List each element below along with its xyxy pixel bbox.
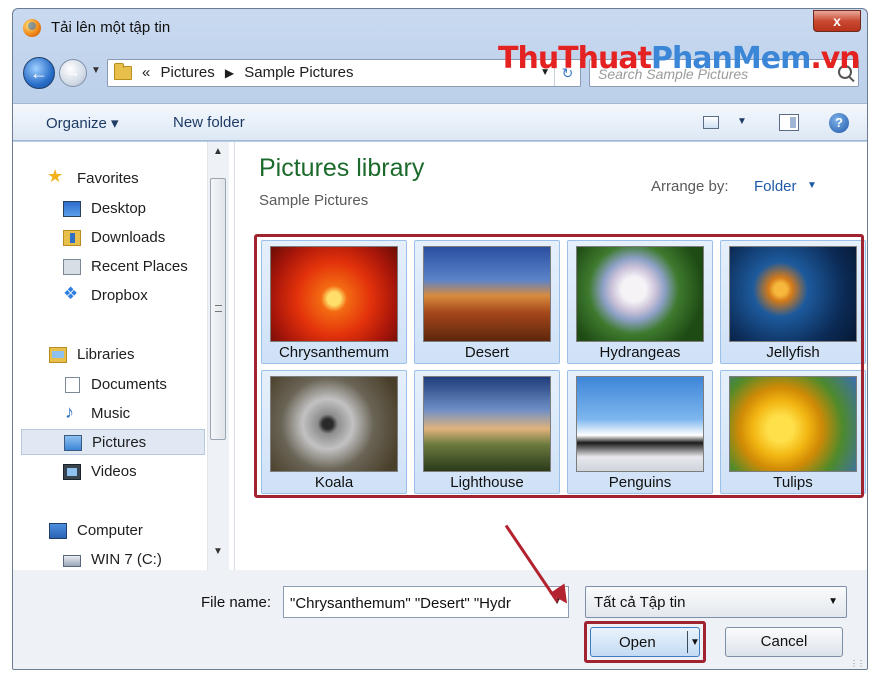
- nav-label-recent-places: Recent Places: [91, 258, 188, 275]
- forward-button[interactable]: →: [59, 59, 87, 87]
- nav-item-favorites[interactable]: ★ Favorites: [13, 166, 205, 192]
- breadcrumb: « Pictures ▶ Sample Pictures: [142, 64, 354, 81]
- dropbox-icon: ❖: [63, 284, 79, 303]
- view-options-dropdown-icon[interactable]: ▼: [737, 116, 747, 127]
- nav-item-libraries[interactable]: Libraries: [13, 342, 205, 368]
- computer-icon: [49, 523, 67, 539]
- nav-item-videos[interactable]: Videos: [13, 459, 205, 485]
- star-icon: ★: [47, 166, 64, 186]
- file-type-dropdown-icon[interactable]: ▼: [828, 596, 838, 607]
- watermark-part3: .vn: [810, 41, 860, 76]
- breadcrumb-sample-pictures[interactable]: Sample Pictures: [244, 64, 353, 81]
- file-name-input[interactable]: [290, 593, 540, 613]
- resize-grip-icon[interactable]: ⋮⋮: [850, 659, 865, 668]
- nav-item-documents[interactable]: Documents: [13, 372, 205, 398]
- watermark-logo: ThuThuatPhanMem.vn: [498, 41, 861, 76]
- navigation-pane: ★ Favorites Desktop Downloads Recent Pla…: [13, 142, 235, 570]
- file-name-label: File name:: [201, 594, 272, 611]
- scroll-grip-icon: [215, 305, 222, 312]
- music-icon: ♪: [65, 402, 74, 422]
- arrange-dropdown-icon[interactable]: ▼: [807, 180, 817, 191]
- nav-label-music: Music: [91, 405, 131, 422]
- cancel-button[interactable]: Cancel: [725, 627, 843, 657]
- file-type-value: Tất cả Tập tin: [594, 594, 686, 611]
- videos-icon: [63, 464, 81, 480]
- nav-label-dropbox: Dropbox: [91, 287, 148, 304]
- history-dropdown-icon[interactable]: ▼: [91, 65, 101, 76]
- command-toolbar: Organize ▾ New folder ▼ ?: [13, 103, 867, 141]
- nav-item-computer[interactable]: Computer: [13, 518, 205, 544]
- help-icon[interactable]: ?: [829, 113, 849, 133]
- close-button[interactable]: x: [813, 10, 861, 32]
- file-dialog-window: Tải lên một tập tin x ← → ▼ « Pictures ▶…: [12, 8, 868, 670]
- arrange-by-dropdown[interactable]: Folder: [754, 178, 797, 195]
- file-name-combo[interactable]: ▼: [283, 586, 569, 618]
- pictures-icon: [64, 435, 82, 451]
- nav-item-pictures[interactable]: Pictures: [21, 429, 205, 455]
- file-type-select[interactable]: Tất cả Tập tin ▼: [585, 586, 847, 618]
- back-button[interactable]: ←: [23, 57, 55, 89]
- documents-icon: [65, 377, 80, 393]
- nav-label-documents: Documents: [91, 376, 167, 393]
- watermark-part2: PhanMem: [650, 41, 811, 76]
- nav-item-desktop[interactable]: Desktop: [13, 196, 205, 222]
- desktop-icon: [63, 201, 81, 217]
- arrange-by-label: Arrange by:: [651, 178, 729, 195]
- title-bar[interactable]: Tải lên một tập tin x: [13, 9, 867, 45]
- nav-label-libraries: Libraries: [77, 346, 135, 363]
- drive-icon: [63, 555, 81, 567]
- downloads-folder-icon: [63, 230, 81, 246]
- nav-label-favorites: Favorites: [77, 170, 139, 187]
- nav-label-videos: Videos: [91, 463, 137, 480]
- nav-label-pictures: Pictures: [92, 434, 147, 451]
- nav-label-desktop: Desktop: [91, 200, 147, 217]
- window-title: Tải lên một tập tin: [51, 19, 171, 36]
- nav-item-music[interactable]: ♪ Music: [13, 401, 205, 427]
- nav-item-dropbox[interactable]: ❖ Dropbox: [13, 283, 205, 309]
- firefox-app-icon: [23, 19, 41, 37]
- libraries-icon: [49, 347, 67, 363]
- selection-highlight-box: [254, 234, 864, 498]
- breadcrumb-separator-icon[interactable]: ▶: [225, 66, 234, 80]
- scroll-thumb[interactable]: [210, 178, 226, 440]
- scroll-up-icon[interactable]: ▲: [213, 146, 223, 157]
- breadcrumb-overflow[interactable]: «: [142, 64, 150, 81]
- open-highlight-box: [584, 621, 706, 663]
- nav-item-recent-places[interactable]: Recent Places: [13, 254, 205, 280]
- change-view-icon[interactable]: [703, 116, 719, 129]
- preview-pane-icon[interactable]: [779, 114, 799, 131]
- nav-item-downloads[interactable]: Downloads: [13, 225, 205, 251]
- scroll-down-icon[interactable]: ▼: [213, 546, 223, 557]
- nav-label-drive-c: WIN 7 (C:): [91, 551, 162, 568]
- nav-label-computer: Computer: [77, 522, 143, 539]
- nav-scrollbar[interactable]: ▲ ▼: [207, 142, 229, 570]
- breadcrumb-pictures[interactable]: Pictures: [161, 64, 215, 81]
- recent-places-icon: [63, 259, 81, 275]
- folder-icon: [114, 63, 132, 80]
- nav-label-downloads: Downloads: [91, 229, 166, 246]
- organize-button[interactable]: Organize ▾: [46, 114, 119, 132]
- library-title: Pictures library: [259, 154, 425, 182]
- dialog-footer: File name: ▼ Tất cả Tập tin ▼ Open ▼ Can…: [13, 570, 867, 669]
- new-folder-button[interactable]: New folder: [173, 114, 245, 131]
- file-list-pane: Pictures library Sample Pictures Arrange…: [235, 142, 867, 570]
- library-subtitle: Sample Pictures: [259, 192, 369, 209]
- watermark-part1: ThuThuat: [498, 41, 652, 76]
